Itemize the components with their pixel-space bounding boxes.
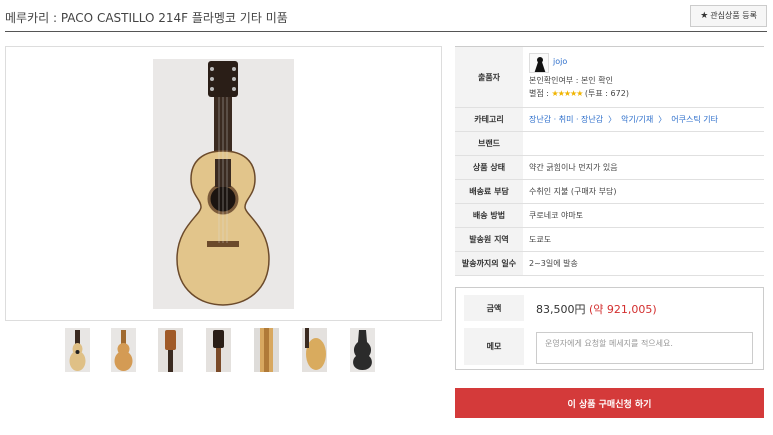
shipping-method-value: 쿠로네코 야마토 (529, 211, 584, 220)
seller-rating-label: 별점 : (529, 89, 549, 98)
add-favorite-label: 관심상품 등록 (710, 11, 757, 20)
category-link-3[interactable]: 어쿠스틱 기타 (671, 114, 718, 125)
shipping-fee-row: 배송료 부담 수취인 지불 (구매자 부담) (455, 180, 764, 204)
condition-label: 상품 상태 (455, 156, 523, 179)
origin-row: 발송원 지역 도쿄도 (455, 228, 764, 252)
purchase-request-button[interactable]: 이 상품 구매신청 하기 (455, 388, 764, 418)
thumbnail-1[interactable] (65, 328, 90, 372)
star-icon: ★ (700, 11, 709, 21)
seller-label: 출품자 (455, 47, 523, 107)
brand-label: 브랜드 (455, 132, 523, 155)
main-photo-frame (5, 46, 442, 321)
thumbnail-7[interactable] (350, 328, 375, 372)
shipping-method-row: 배송 방법 쿠로네코 야마토 (455, 204, 764, 228)
condition-value: 약간 긁힘이나 먼지가 있음 (529, 163, 618, 172)
thumbnail-6[interactable] (302, 328, 327, 372)
price-krw: (약 921,005) (589, 303, 657, 316)
breadcrumb-separator: 〉 (608, 115, 617, 124)
seller-name-link[interactable]: jojo (553, 57, 567, 66)
amount-label: 금액 (464, 295, 524, 321)
thumbnail-4[interactable] (206, 328, 231, 372)
page-header: 메루카리 : PACO CASTILLO 214F 플라멩코 기타 미품 ★ 관심… (5, 0, 767, 32)
brand-row: 브랜드 (455, 132, 764, 156)
ship-days-label: 발송까지의 일수 (455, 252, 523, 275)
shipping-fee-label: 배송료 부담 (455, 180, 523, 203)
category-link-1[interactable]: 장난감 · 취미 · 장난감 (529, 114, 603, 125)
price-jpy: 83,500円 (536, 303, 586, 316)
ship-days-row: 발송까지의 일수 2~3일에 발송 (455, 252, 764, 276)
seller-verify: 본인확인여부 : 본인 확인 (529, 76, 613, 85)
origin-label: 발송원 지역 (455, 228, 523, 251)
category-row: 카테고리 장난감 · 취미 · 장난감 〉 악기/기재 〉 어쿠스틱 기타 (455, 108, 764, 132)
category-breadcrumb: 장난감 · 취미 · 장난감 〉 악기/기재 〉 어쿠스틱 기타 (529, 108, 718, 131)
add-favorite-button[interactable]: ★ 관심상품 등록 (690, 5, 767, 27)
origin-value: 도쿄도 (529, 235, 552, 244)
category-label: 카테고리 (455, 108, 523, 131)
seller-rating: 별점 : ★★★★★ (투표 : 672) (529, 88, 629, 99)
guitar-photo (153, 59, 294, 309)
seller-votes: (투표 : 672) (584, 89, 629, 98)
page-title: 메루카리 : PACO CASTILLO 214F 플라멩코 기타 미품 (5, 11, 288, 25)
thumbnail-2[interactable] (111, 328, 136, 372)
memo-input[interactable] (536, 332, 753, 364)
category-link-2[interactable]: 악기/기재 (621, 114, 653, 125)
breadcrumb-separator: 〉 (658, 115, 667, 124)
price-display: 83,500円 (약 921,005) (536, 301, 657, 317)
thumbnail-3[interactable] (158, 328, 183, 372)
condition-row: 상품 상태 약간 긁힘이나 먼지가 있음 (455, 156, 764, 180)
order-form: 금액 83,500円 (약 921,005) 메모 (455, 287, 764, 370)
seller-avatar[interactable] (529, 53, 549, 73)
main-product-photo[interactable] (153, 59, 294, 309)
thumbnail-5[interactable] (254, 328, 279, 372)
shipping-fee-value: 수취인 지불 (구매자 부담) (529, 187, 617, 196)
seller-row: 출품자 jojo 본인확인여부 : 본인 확인 별점 : ★★★★★ (투표 :… (455, 47, 764, 108)
thumbnail-strip (65, 328, 395, 372)
product-info-table: 출품자 jojo 본인확인여부 : 본인 확인 별점 : ★★★★★ (투표 :… (455, 46, 764, 276)
ship-days-value: 2~3일에 발송 (529, 259, 578, 268)
rating-stars-icon: ★★★★★ (551, 89, 584, 98)
memo-label: 메모 (464, 328, 524, 365)
shipping-method-label: 배송 방법 (455, 204, 523, 227)
